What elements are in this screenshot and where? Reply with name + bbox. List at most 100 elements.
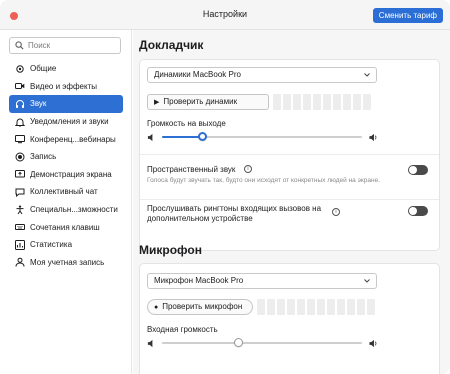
title-bar: Настройки Сменить тариф <box>0 0 450 30</box>
microphone-level-meter <box>257 299 375 315</box>
output-volume-slider[interactable] <box>162 132 362 142</box>
ringtone-secondary-device-toggle[interactable] <box>408 206 428 216</box>
sidebar-item-label: Моя учетная запись <box>30 257 105 267</box>
level-segment <box>283 94 291 110</box>
chat-icon <box>14 186 25 197</box>
level-segment <box>307 299 315 315</box>
statistics-icon <box>14 239 25 250</box>
test-microphone-label: Проверить микрофон <box>162 302 243 311</box>
keyboard-icon <box>14 222 25 233</box>
bell-icon <box>14 116 25 127</box>
microphone-panel: Микрофон MacBook Pro ● Проверить микрофон… <box>139 263 440 374</box>
sidebar-item-label: Звук <box>30 99 47 109</box>
level-segment <box>293 94 301 110</box>
sidebar: Поиск Общие Видео и эффекты Звук Уведомлени… <box>0 30 132 374</box>
sidebar-item-label: Уведомления и звуки <box>30 117 109 127</box>
microphone-device-value: Микрофон MacBook Pro <box>154 276 244 285</box>
spatial-audio-description: Голоса будут звучать так, будто они исхо… <box>147 177 381 184</box>
sidebar-item-label: Сочетания клавиш <box>30 222 100 232</box>
test-speaker-label: Проверить динамик <box>163 97 238 106</box>
accessibility-icon <box>14 204 25 215</box>
gear-icon <box>14 63 25 74</box>
test-microphone-button[interactable]: ● Проверить микрофон <box>147 299 253 315</box>
level-segment <box>303 94 311 110</box>
record-icon <box>14 151 25 162</box>
level-segment <box>323 94 331 110</box>
sidebar-item[interactable]: Звук <box>9 95 123 113</box>
upgrade-plan-button[interactable]: Сменить тариф <box>372 8 443 23</box>
sidebar-item-label: Общие <box>30 64 57 74</box>
level-segment <box>353 94 361 110</box>
output-volume-label: Громкость на выходе <box>147 119 226 128</box>
speaker-device-select[interactable]: Динамики MacBook Pro <box>147 67 377 83</box>
sidebar-item-label: Статистика <box>30 240 73 250</box>
level-segment <box>343 94 351 110</box>
level-segment <box>363 94 371 110</box>
share-screen-icon <box>14 169 25 180</box>
sidebar-item-label: Видео и эффекты <box>30 81 97 91</box>
level-segment <box>313 94 321 110</box>
speaker-section-title: Докладчик <box>139 38 204 52</box>
microphone-device-select[interactable]: Микрофон MacBook Pro <box>147 273 377 289</box>
sidebar-item[interactable]: Конференц...вебинары <box>9 130 123 148</box>
spatial-audio-toggle[interactable] <box>408 165 428 175</box>
level-segment <box>297 299 305 315</box>
settings-window: Настройки Сменить тариф Поиск Общие Видео… <box>0 0 450 374</box>
level-segment <box>357 299 365 315</box>
sidebar-item-label: Запись <box>30 152 57 162</box>
sidebar-item-label: Коллективный чат <box>30 187 98 197</box>
sidebar-item-label: Специальн...зможности <box>30 205 118 215</box>
ringtone-secondary-device-label: Прослушивать рингтоны входящих вызовов н… <box>147 204 322 223</box>
speaker-panel: Динамики MacBook Pro ▶ Проверить динамик … <box>139 59 440 251</box>
spatial-audio-label: Пространственный звук <box>147 165 236 174</box>
input-volume-slider[interactable] <box>162 338 362 348</box>
microphone-section-title: Микрофон <box>139 243 202 257</box>
chevron-down-icon <box>364 73 370 77</box>
sidebar-item[interactable]: Запись <box>9 148 123 166</box>
volume-low-icon <box>147 133 153 142</box>
video-icon <box>14 81 25 92</box>
level-segment <box>367 299 375 315</box>
sidebar-item[interactable]: Статистика <box>9 236 123 254</box>
sidebar-item[interactable]: Демонстрация экрана <box>9 166 123 184</box>
sidebar-item-label: Демонстрация экрана <box>30 169 112 179</box>
sidebar-item-label: Конференц...вебинары <box>30 134 116 144</box>
level-segment <box>267 299 275 315</box>
level-segment <box>273 94 281 110</box>
chevron-down-icon <box>364 279 370 283</box>
level-segment <box>347 299 355 315</box>
level-segment <box>337 299 345 315</box>
speaker-level-meter <box>273 94 371 110</box>
sidebar-item[interactable]: Специальн...зможности <box>9 201 123 219</box>
account-icon <box>14 257 25 268</box>
level-segment <box>287 299 295 315</box>
level-segment <box>257 299 265 315</box>
sidebar-item[interactable]: Коллективный чат <box>9 183 123 201</box>
level-segment <box>333 94 341 110</box>
level-segment <box>277 299 285 315</box>
sidebar-item[interactable]: Видео и эффекты <box>9 78 123 96</box>
sidebar-item[interactable]: Сочетания клавиш <box>9 218 123 236</box>
search-input[interactable]: Поиск <box>9 37 121 54</box>
speaker-device-value: Динамики MacBook Pro <box>154 70 241 79</box>
input-volume-label: Входная громкость <box>147 325 218 334</box>
sidebar-item[interactable]: Уведомления и звуки <box>9 113 123 131</box>
info-icon[interactable]: i <box>332 208 340 216</box>
conference-icon <box>14 134 25 145</box>
search-placeholder: Поиск <box>28 41 51 50</box>
play-icon: ▶ <box>154 99 160 106</box>
sidebar-item[interactable]: Общие <box>9 60 123 78</box>
level-segment <box>327 299 335 315</box>
level-segment <box>317 299 325 315</box>
sidebar-item[interactable]: Моя учетная запись <box>9 254 123 272</box>
volume-low-icon <box>147 339 153 348</box>
main-content: Докладчик Динамики MacBook Pro ▶ Проверит… <box>133 30 450 374</box>
volume-high-icon <box>369 339 377 348</box>
volume-high-icon <box>369 133 377 142</box>
sidebar-nav: Общие Видео и эффекты Звук Уведомления и зв… <box>9 60 125 271</box>
test-speaker-button[interactable]: ▶ Проверить динамик <box>147 94 269 110</box>
headphones-icon <box>14 98 25 109</box>
search-icon <box>15 41 24 50</box>
info-icon[interactable]: i <box>244 165 252 173</box>
record-dot-icon: ● <box>154 304 159 311</box>
